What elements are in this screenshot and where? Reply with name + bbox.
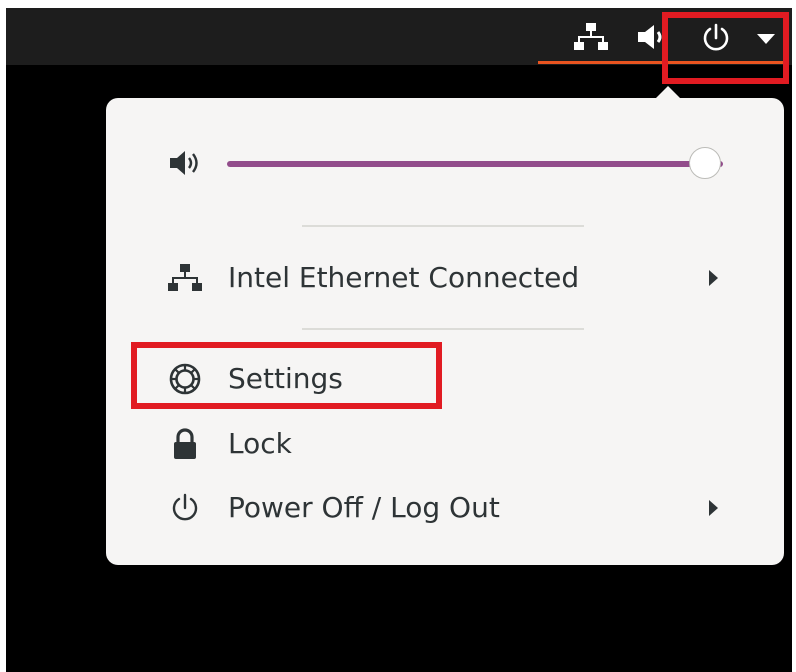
network-wired-icon[interactable] (574, 22, 608, 56)
chevron-right-icon (709, 270, 718, 286)
lock-item-label: Lock (228, 426, 292, 460)
separator (302, 328, 584, 330)
speaker-volume-icon (168, 149, 202, 181)
menu-pointer (656, 86, 680, 98)
chevron-right-icon (709, 500, 718, 516)
power-item[interactable]: Power Off / Log Out (126, 483, 764, 533)
power-item-label: Power Off / Log Out (228, 490, 500, 524)
volume-row (106, 138, 784, 188)
power-icon[interactable] (700, 22, 732, 58)
desktop-frame: Intel Ethernet Connected Settings Lock P… (6, 8, 792, 672)
top-bar (6, 8, 792, 65)
settings-item[interactable]: Settings (126, 354, 764, 404)
network-wired-icon (168, 261, 202, 295)
system-menu: Intel Ethernet Connected Settings Lock P… (106, 98, 784, 565)
speaker-volume-icon[interactable] (636, 22, 666, 56)
power-icon (168, 491, 202, 525)
lock-item[interactable]: Lock (126, 419, 764, 469)
lock-icon (168, 427, 202, 461)
separator (302, 225, 584, 227)
gear-icon (168, 362, 202, 396)
settings-item-label: Settings (228, 361, 343, 395)
volume-slider-handle[interactable] (689, 147, 721, 179)
active-indicator (538, 61, 788, 64)
network-item[interactable]: Intel Ethernet Connected (126, 253, 764, 303)
volume-slider[interactable] (227, 161, 723, 167)
network-item-label: Intel Ethernet Connected (228, 260, 580, 294)
dropdown-arrow-icon[interactable] (756, 30, 776, 49)
